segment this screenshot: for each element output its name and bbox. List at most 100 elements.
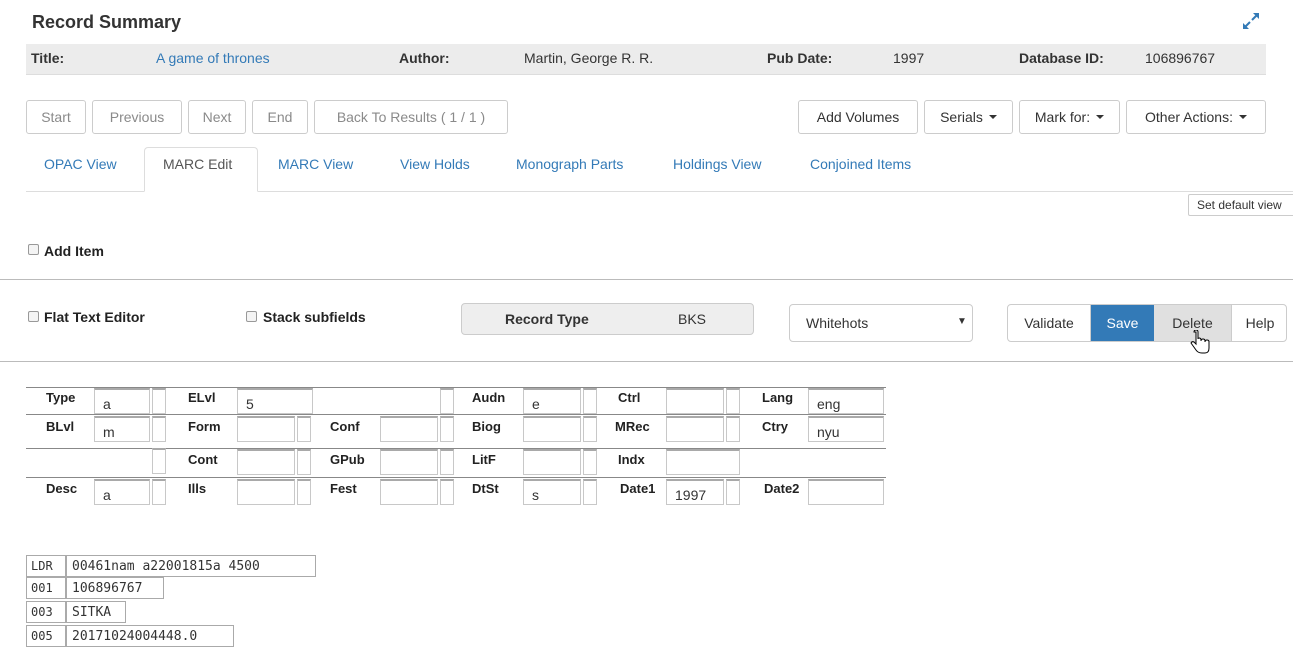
ff-mrec-input[interactable] — [666, 416, 724, 442]
add-item-checkbox[interactable] — [28, 244, 39, 255]
serials-label: Serials — [940, 109, 983, 125]
ff-spacer — [152, 388, 166, 414]
other-actions-label: Other Actions: — [1145, 109, 1233, 125]
tab-marc-edit[interactable]: MARC Edit — [163, 156, 232, 172]
pubdate-label: Pub Date: — [767, 50, 833, 66]
ff-biog-label: Biog — [472, 419, 501, 434]
caret-down-icon — [1238, 115, 1247, 119]
add-volumes-button[interactable]: Add Volumes — [798, 100, 918, 134]
ff-elvl-input[interactable]: 5 — [237, 388, 313, 414]
marc-tag[interactable]: 003 — [26, 601, 66, 623]
ff-lang-label: Lang — [762, 390, 794, 405]
validate-button[interactable]: Validate — [1008, 305, 1091, 341]
previous-button[interactable]: Previous — [92, 100, 182, 134]
record-type-label: Record Type — [505, 311, 589, 327]
ff-audn-input[interactable]: e — [523, 388, 581, 414]
marc-value[interactable]: 20171024004448.0 — [66, 625, 234, 647]
ff-spacer — [583, 479, 597, 505]
end-button[interactable]: End — [252, 100, 308, 134]
ff-row-line — [26, 477, 886, 478]
ff-indx-label: Indx — [618, 452, 645, 467]
tab-view-holds[interactable]: View Holds — [400, 156, 470, 172]
dbid-value: 106896767 — [1145, 50, 1216, 66]
tab-opac-view[interactable]: OPAC View — [44, 156, 117, 172]
ff-blvl-input[interactable]: m — [94, 416, 150, 442]
marc-value[interactable]: SITKA — [66, 601, 126, 623]
author-label: Author: — [399, 50, 450, 66]
back-to-results-button[interactable]: Back To Results ( 1 / 1 ) — [314, 100, 508, 134]
marc-value[interactable]: 106896767 — [66, 577, 164, 599]
ff-ctry-label: Ctry — [762, 419, 789, 434]
ff-row-line — [26, 414, 886, 415]
tab-monograph-parts[interactable]: Monograph Parts — [516, 156, 623, 172]
ff-spacer — [440, 388, 454, 414]
ff-dtst-input[interactable]: s — [523, 479, 581, 505]
ff-ctry-input[interactable]: nyu — [808, 416, 884, 442]
ff-fest-label: Fest — [330, 481, 357, 496]
pubdate-value: 1997 — [893, 50, 925, 66]
ff-dtst-label: DtSt — [472, 481, 499, 496]
ff-mrec-label: MRec — [615, 419, 650, 434]
start-button[interactable]: Start — [26, 100, 86, 134]
ff-spacer — [297, 449, 311, 475]
mark-for-dropdown[interactable]: Mark for: — [1019, 100, 1120, 134]
ff-spacer — [583, 388, 597, 414]
set-default-view-button[interactable]: Set default view — [1188, 194, 1293, 216]
ff-ctrl-label: Ctrl — [618, 390, 641, 405]
ff-spacer — [297, 479, 311, 505]
ff-ills-label: Ills — [188, 481, 207, 496]
tab-conjoined-items[interactable]: Conjoined Items — [810, 156, 911, 172]
ff-type-label: Type — [46, 390, 76, 405]
ff-ills-input[interactable] — [237, 479, 295, 505]
ff-gpub-input[interactable] — [380, 449, 438, 475]
flat-text-editor-checkbox[interactable] — [28, 311, 39, 322]
ff-fest-input[interactable] — [380, 479, 438, 505]
ff-spacer — [152, 416, 166, 442]
ff-litf-input[interactable] — [523, 449, 581, 475]
help-button[interactable]: Help — [1232, 305, 1286, 341]
ff-cont-input[interactable] — [237, 449, 295, 475]
serials-dropdown[interactable]: Serials — [924, 100, 1013, 134]
title-label: Title: — [31, 50, 65, 66]
ff-conf-input[interactable] — [380, 416, 438, 442]
marc-value[interactable]: 00461nam a22001815a 4500 — [66, 555, 316, 577]
expand-icon[interactable] — [1240, 10, 1262, 32]
ff-ctrl-input[interactable] — [666, 388, 724, 414]
select-arrow-icon: ▼ — [957, 316, 967, 327]
stack-subfields-checkbox[interactable] — [246, 311, 257, 322]
caret-down-icon — [988, 115, 997, 119]
ff-biog-input[interactable] — [523, 416, 581, 442]
ff-spacer — [440, 449, 454, 475]
record-type-box: Record Type BKS — [461, 303, 754, 335]
ff-date1-input[interactable]: 1997 — [666, 479, 724, 505]
mark-for-label: Mark for: — [1034, 109, 1091, 125]
divider — [0, 361, 1293, 362]
ff-lang-input[interactable]: eng — [808, 388, 884, 414]
ff-type-input[interactable]: a — [94, 388, 150, 414]
marc-tag[interactable]: 005 — [26, 625, 66, 647]
ff-form-input[interactable] — [237, 416, 295, 442]
next-button[interactable]: Next — [188, 100, 246, 134]
ff-date2-input[interactable] — [808, 479, 884, 505]
ff-form-label: Form — [188, 419, 221, 434]
tab-marc-view[interactable]: MARC View — [278, 156, 353, 172]
template-select[interactable]: Whitehots ▼ — [789, 304, 973, 342]
tab-holdings-view[interactable]: Holdings View — [673, 156, 761, 172]
other-actions-dropdown[interactable]: Other Actions: — [1126, 100, 1266, 134]
ff-spacer — [152, 479, 166, 505]
author-value: Martin, George R. R. — [524, 50, 654, 66]
hand-cursor-icon — [1190, 329, 1210, 356]
title-link[interactable]: A game of thrones — [156, 50, 270, 66]
editor-button-group: Validate Save Delete Help — [1007, 304, 1287, 342]
add-item-label: Add Item — [44, 243, 104, 259]
save-button[interactable]: Save — [1091, 305, 1154, 341]
ff-spacer — [726, 479, 740, 505]
ff-desc-input[interactable]: a — [94, 479, 150, 505]
ff-spacer — [440, 416, 454, 442]
marc-tag[interactable]: 001 — [26, 577, 66, 599]
marc-tag[interactable]: LDR — [26, 555, 66, 577]
ff-desc-label: Desc — [46, 481, 78, 496]
record-summary-heading: Record Summary — [32, 12, 182, 32]
ff-indx-input[interactable] — [666, 449, 740, 475]
ff-date1-label: Date1 — [620, 481, 656, 496]
